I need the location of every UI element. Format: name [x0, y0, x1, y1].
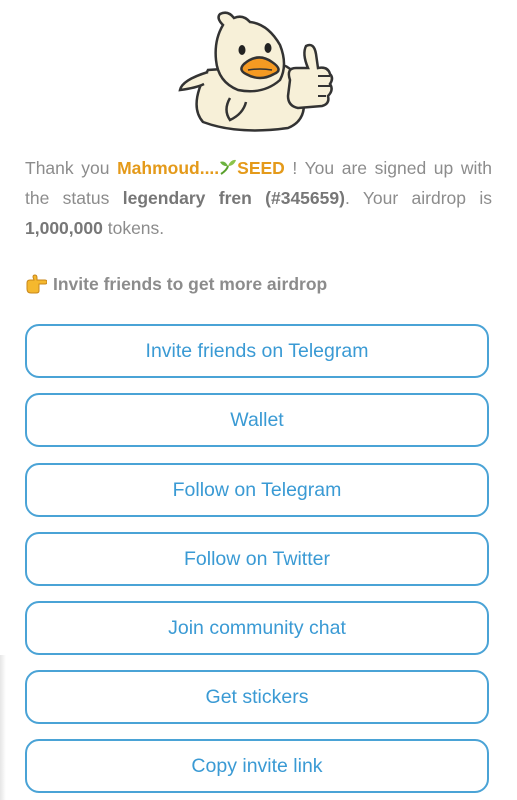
invite-header-text: Invite friends to get more airdrop: [53, 274, 328, 294]
invite-friends-telegram-button[interactable]: Invite friends on Telegram: [25, 324, 489, 378]
airdrop-suffix: tokens.: [107, 218, 165, 238]
signup-message: Thank you Mahmoud.... SEED ! You are sign…: [25, 153, 492, 243]
get-stickers-button[interactable]: Get stickers: [25, 670, 489, 724]
seed-label: SEED: [237, 158, 285, 178]
username: Mahmoud....: [117, 158, 220, 178]
invite-header: Invite friends to get more airdrop: [25, 270, 327, 298]
duck-mascot-icon: [178, 11, 334, 132]
wallet-button[interactable]: Wallet: [25, 393, 489, 447]
join-community-chat-button[interactable]: Join community chat: [25, 601, 489, 655]
airdrop-prefix: . Your airdrop is: [344, 188, 493, 208]
sprout-icon: [220, 159, 237, 175]
thank-you-text: Thank you: [25, 158, 110, 178]
pointing-hand-icon: [26, 274, 47, 294]
follow-telegram-button[interactable]: Follow on Telegram: [25, 463, 489, 517]
follow-twitter-button[interactable]: Follow on Twitter: [25, 532, 489, 586]
copy-invite-link-button[interactable]: Copy invite link: [25, 739, 489, 793]
edge-shadow: [0, 655, 6, 800]
airdrop-page: Thank you Mahmoud.... SEED ! You are sign…: [0, 0, 517, 800]
airdrop-amount: 1,000,000: [25, 218, 103, 238]
status-text: legendary fren (#345659): [122, 188, 345, 208]
